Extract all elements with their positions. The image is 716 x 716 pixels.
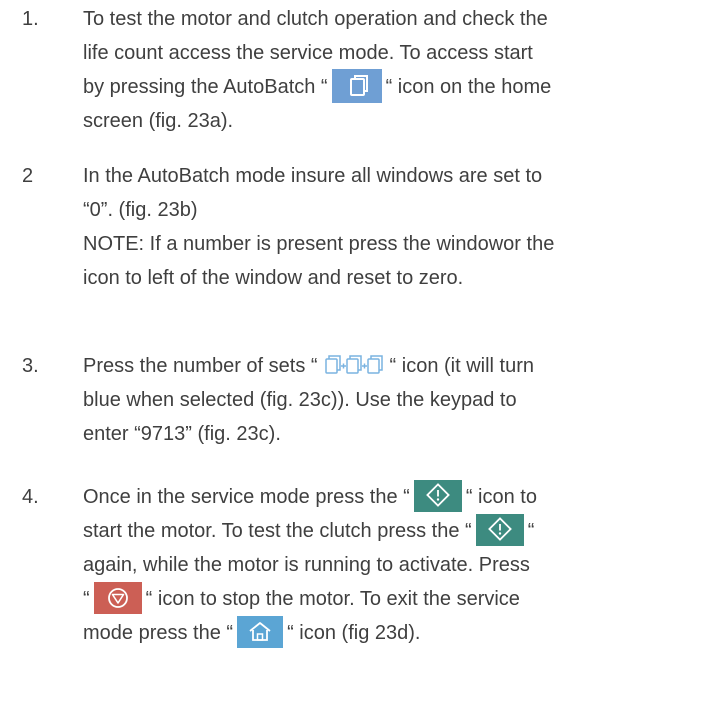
text-line: start the motor. To test the clutch pres… [83,513,713,548]
text-fragment: “ icon on the home [385,76,552,98]
text-line: icon to left of the window and reset to … [83,267,464,289]
text-fragment: “ icon to stop the motor. To exit the se… [145,588,520,610]
step-number: 2 [22,165,34,187]
text-fragment: “ [83,588,90,610]
step-text: Press the number of sets “ “ icon (it wil… [83,349,713,451]
text-line: by pressing the AutoBatch “ “ icon on the… [83,68,713,104]
text-fragment: “ icon (fig 23d). [287,622,421,644]
text-fragment: Press the number of sets “ [83,355,318,377]
text-line: In the AutoBatch mode insure all windows… [83,165,543,187]
number-of-sets-icon [322,352,386,378]
text-fragment: by pressing the AutoBatch “ [83,76,328,98]
text-line: Once in the service mode press the “ “ ic… [83,479,713,514]
text-fragment: “ icon (it will turn [389,355,535,377]
autobatch-icon [331,68,382,103]
step-text: In the AutoBatch mode insure all windows… [83,159,713,295]
text-fragment: Once in the service mode press the “ [83,486,410,508]
text-line: Press the number of sets “ “ icon (it wil… [83,349,713,383]
text-line: mode press the “ “ icon (fig 23d). [83,615,713,650]
step-number: 4. [22,486,39,508]
text-line: “ “ icon to stop the motor. To exit the s… [83,581,713,616]
stop-icon [93,581,142,614]
step-number: 1. [22,8,39,30]
text-line: NOTE: If a number is present press the w… [83,233,555,255]
text-line: blue when selected (fig. 23c)). Use the … [83,389,517,411]
step-number: 3. [22,355,39,377]
text-line: life count access the service mode. To a… [83,42,533,64]
text-fragment: “ icon to [465,486,537,508]
text-line: again, while the motor is running to act… [83,554,530,576]
text-line: screen (fig. 23a). [83,110,234,132]
step-text: Once in the service mode press the “ “ ic… [83,479,713,650]
start-icon [475,513,524,546]
text-line: enter “9713” (fig. 23c). [83,423,281,445]
text-fragment: start the motor. To test the clutch pres… [83,520,472,542]
text-fragment: “ [527,520,535,542]
text-line: “0”. (fig. 23b) [83,199,198,221]
start-icon [413,479,462,512]
text-fragment: mode press the “ [83,622,234,644]
text-line: To test the motor and clutch operation a… [83,8,548,30]
home-icon [237,615,284,648]
step-text: To test the motor and clutch operation a… [83,2,713,138]
